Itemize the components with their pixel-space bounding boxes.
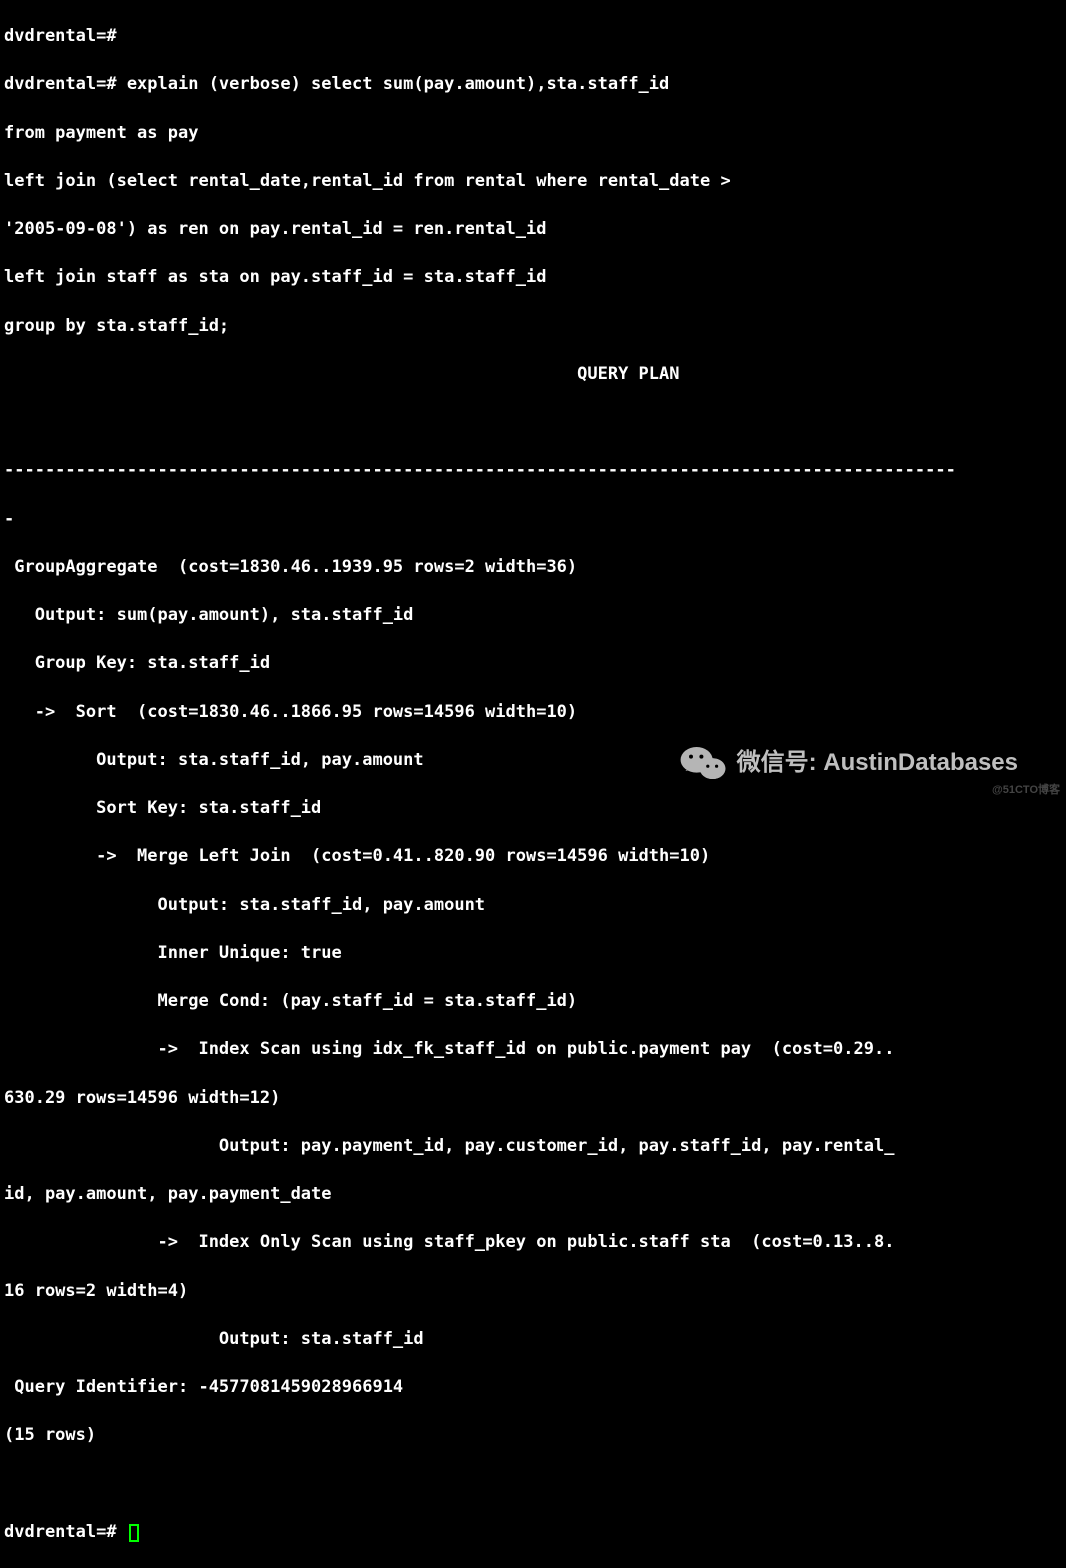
plan-row: 630.29 rows=14596 width=12) <box>4 1086 1062 1110</box>
sql-line: from payment as pay <box>4 121 1062 145</box>
blank-line <box>4 1472 1062 1496</box>
sql-line: '2005-09-08') as ren on pay.rental_id = … <box>4 217 1062 241</box>
plan-row: Merge Cond: (pay.staff_id = sta.staff_id… <box>4 989 1062 1013</box>
prompt-text: dvdrental=# <box>4 1522 127 1542</box>
plan-row: -> Sort (cost=1830.46..1866.95 rows=1459… <box>4 700 1062 724</box>
cursor-icon <box>129 1524 139 1542</box>
plan-row: 16 rows=2 width=4) <box>4 1279 1062 1303</box>
prompt-line[interactable]: dvdrental=# <box>4 1520 1062 1544</box>
sql-line: left join staff as sta on pay.staff_id =… <box>4 265 1062 289</box>
plan-row: -> Merge Left Join (cost=0.41..820.90 ro… <box>4 844 1062 868</box>
wechat-icon <box>679 743 727 783</box>
plan-row: id, pay.amount, pay.payment_date <box>4 1182 1062 1206</box>
separator: ----------------------------------------… <box>4 458 1062 482</box>
sql-line: group by sta.staff_id; <box>4 314 1062 338</box>
plan-row: Output: sum(pay.amount), sta.staff_id <box>4 603 1062 627</box>
terminal-output[interactable]: dvdrental=# dvdrental=# explain (verbose… <box>0 0 1066 1568</box>
plan-rowcount: (15 rows) <box>4 1423 1062 1447</box>
plan-row: Inner Unique: true <box>4 941 1062 965</box>
plan-row: -> Index Only Scan using staff_pkey on p… <box>4 1230 1062 1254</box>
blank-line <box>4 410 1062 434</box>
sql-line: dvdrental=# explain (verbose) select sum… <box>4 72 1062 96</box>
plan-row: GroupAggregate (cost=1830.46..1939.95 ro… <box>4 555 1062 579</box>
prompt-line: dvdrental=# <box>4 24 1062 48</box>
watermark-label: 微信号: AustinDatabases <box>737 746 1018 780</box>
plan-row: Sort Key: sta.staff_id <box>4 796 1062 820</box>
plan-row: Group Key: sta.staff_id <box>4 651 1062 675</box>
query-plan-header: QUERY PLAN <box>4 362 1062 386</box>
plan-row: Query Identifier: -4577081459028966914 <box>4 1375 1062 1399</box>
plan-row: Output: sta.staff_id, pay.amount <box>4 893 1062 917</box>
plan-row: -> Index Scan using idx_fk_staff_id on p… <box>4 1037 1062 1061</box>
separator: - <box>4 507 1062 531</box>
plan-row: Output: sta.staff_id <box>4 1327 1062 1351</box>
corner-watermark: @51CTO博客 <box>992 783 1060 799</box>
plan-row: Output: pay.payment_id, pay.customer_id,… <box>4 1134 1062 1158</box>
sql-line: left join (select rental_date,rental_id … <box>4 169 1062 193</box>
watermark: 微信号: AustinDatabases <box>679 743 1018 783</box>
